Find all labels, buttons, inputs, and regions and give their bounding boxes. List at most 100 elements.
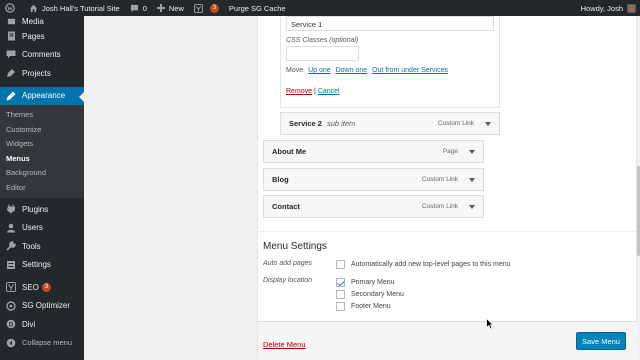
plus-icon [156, 4, 165, 12]
menu-item-type: Custom Link [421, 176, 458, 183]
tools-icon [6, 241, 16, 251]
menu-item-contact[interactable]: Contact Custom Link [263, 195, 484, 218]
submenu-item-widgets[interactable]: Widgets [0, 137, 84, 152]
location-primary-menu[interactable]: Primary Menu [336, 278, 395, 287]
svg-text:W: W [7, 6, 13, 12]
sidebar-item-appearance[interactable]: Appearance [0, 86, 84, 105]
checkbox[interactable] [336, 260, 345, 269]
auto-add-label: Auto add pages [263, 260, 313, 267]
collapse-menu-button[interactable]: Collapse menu [0, 334, 84, 353]
submenu-item-background[interactable]: Background [0, 166, 84, 181]
checkbox[interactable] [336, 290, 345, 299]
location-footer-menu[interactable]: Footer Menu [336, 302, 391, 311]
submenu-item-themes[interactable]: Themes [0, 108, 84, 123]
appearance-submenu: Themes Customize Widgets Menus Backgroun… [0, 105, 84, 198]
avatar [627, 3, 636, 13]
menu-item-settings: Service 1 CSS Classes (optional) Move Up… [280, 16, 500, 108]
separator: | [314, 88, 316, 95]
checkbox[interactable] [336, 302, 345, 311]
remove-link[interactable]: Remove [286, 88, 312, 95]
sidebar-item-label: Comments [22, 50, 61, 60]
comments-count: 0 [142, 3, 147, 13]
site-name: Josh Hall's Tutorial Site [42, 3, 120, 13]
mouse-cursor-icon [486, 318, 494, 330]
settings-icon [6, 260, 16, 270]
sidebar-item-seo[interactable]: SEO 3 [0, 278, 84, 297]
account-menu[interactable]: Howdy, Josh [581, 0, 636, 16]
sidebar-item-settings[interactable]: Settings [0, 256, 84, 275]
move-up-link[interactable]: Up one [308, 67, 331, 74]
collapse-icon [6, 338, 16, 348]
new-content-link[interactable]: New [152, 0, 189, 16]
menu-settings-heading: Menu Settings [263, 241, 327, 252]
expand-arrow-icon[interactable] [469, 178, 475, 185]
delete-menu-link[interactable]: Delete Menu [263, 340, 306, 349]
cancel-link[interactable]: Cancel [318, 88, 340, 95]
move-controls: Move Up one Down one Out from under Serv… [286, 67, 448, 74]
sidebar-item-pages[interactable]: Pages [0, 27, 84, 46]
expand-arrow-icon[interactable] [469, 205, 475, 212]
navigation-label-input[interactable]: Service 1 [286, 16, 494, 31]
expand-arrow-icon[interactable] [485, 122, 491, 129]
sidebar-item-label: Media [22, 17, 44, 26]
location-label: Secondary Menu [351, 291, 404, 298]
sidebar-item-label: SG Optimizer [22, 301, 71, 311]
sidebar-item-label: Projects [22, 68, 51, 78]
users-icon [6, 223, 16, 233]
display-location-label: Display location [263, 277, 313, 284]
sidebar-item-media[interactable]: Media [0, 16, 84, 27]
yoast-updates-link[interactable]: 3 [189, 0, 224, 16]
sidebar-item-projects[interactable]: Projects [0, 64, 84, 83]
sidebar-item-label: Pages [22, 31, 45, 41]
admin-sidebar: Media Pages Comments Projects Appearance… [0, 16, 84, 360]
sidebar-item-plugins[interactable]: Plugins [0, 200, 84, 219]
content-area: Service 1 CSS Classes (optional) Move Up… [84, 16, 640, 360]
submenu-item-editor[interactable]: Editor [0, 181, 84, 196]
divider [258, 231, 638, 232]
menu-item-service-2[interactable]: Service 2 sub item Custom Link [280, 112, 500, 135]
css-classes-input[interactable] [286, 46, 359, 61]
menu-item-sub-label: sub item [326, 119, 356, 128]
move-out-link[interactable]: Out from under Services [372, 67, 448, 74]
auto-add-checkbox[interactable]: Automatically add new top-level pages to… [336, 260, 511, 269]
sidebar-item-tools[interactable]: Tools [0, 237, 84, 256]
yoast-icon [193, 3, 203, 13]
menu-item-blog[interactable]: Blog Custom Link [263, 168, 484, 191]
move-down-link[interactable]: Down one [336, 67, 368, 74]
wordpress-logo-icon[interactable]: W [0, 0, 24, 16]
menu-item-title: Service 2 [289, 119, 322, 128]
projects-icon [6, 68, 16, 78]
pages-icon [6, 31, 16, 41]
sidebar-item-label: Users [22, 223, 43, 233]
collapse-menu-label: Collapse menu [22, 338, 73, 348]
css-classes-label: CSS Classes (optional) [286, 37, 359, 44]
purge-sg-cache-link[interactable]: Purge SG Cache [224, 0, 291, 16]
sidebar-item-comments[interactable]: Comments [0, 46, 84, 65]
menu-footer: Delete Menu Save Menu [258, 321, 638, 360]
expand-arrow-icon[interactable] [469, 150, 475, 157]
menu-item-about-me[interactable]: About Me Page [263, 140, 484, 163]
location-secondary-menu[interactable]: Secondary Menu [336, 290, 404, 299]
move-label: Move [286, 67, 304, 74]
submenu-item-menus[interactable]: Menus [0, 152, 84, 167]
comments-link[interactable]: 0 [125, 0, 152, 16]
save-menu-button[interactable]: Save Menu [576, 332, 626, 350]
menu-item-type: Custom Link [421, 203, 458, 210]
divi-icon: D [6, 319, 16, 329]
sidebar-item-sg-optimizer[interactable]: SG Optimizer [0, 297, 84, 316]
new-label: New [168, 3, 184, 13]
sidebar-item-label: Appearance [22, 91, 66, 101]
sidebar-item-label: Divi [22, 319, 36, 329]
site-name-link[interactable]: Josh Hall's Tutorial Site [24, 0, 125, 16]
comments-icon [6, 50, 16, 60]
sidebar-item-divi[interactable]: D Divi [0, 315, 84, 334]
location-label: Footer Menu [351, 303, 391, 310]
checkbox-checked[interactable] [336, 278, 345, 287]
menu-item-title: Contact [272, 202, 300, 211]
sidebar-item-users[interactable]: Users [0, 219, 84, 238]
howdy-text: Howdy, Josh [580, 3, 623, 13]
media-icon [6, 16, 16, 26]
submenu-item-customize[interactable]: Customize [0, 123, 84, 138]
menu-item-type: Custom Link [437, 120, 474, 127]
yoast-seo-icon [6, 282, 16, 293]
